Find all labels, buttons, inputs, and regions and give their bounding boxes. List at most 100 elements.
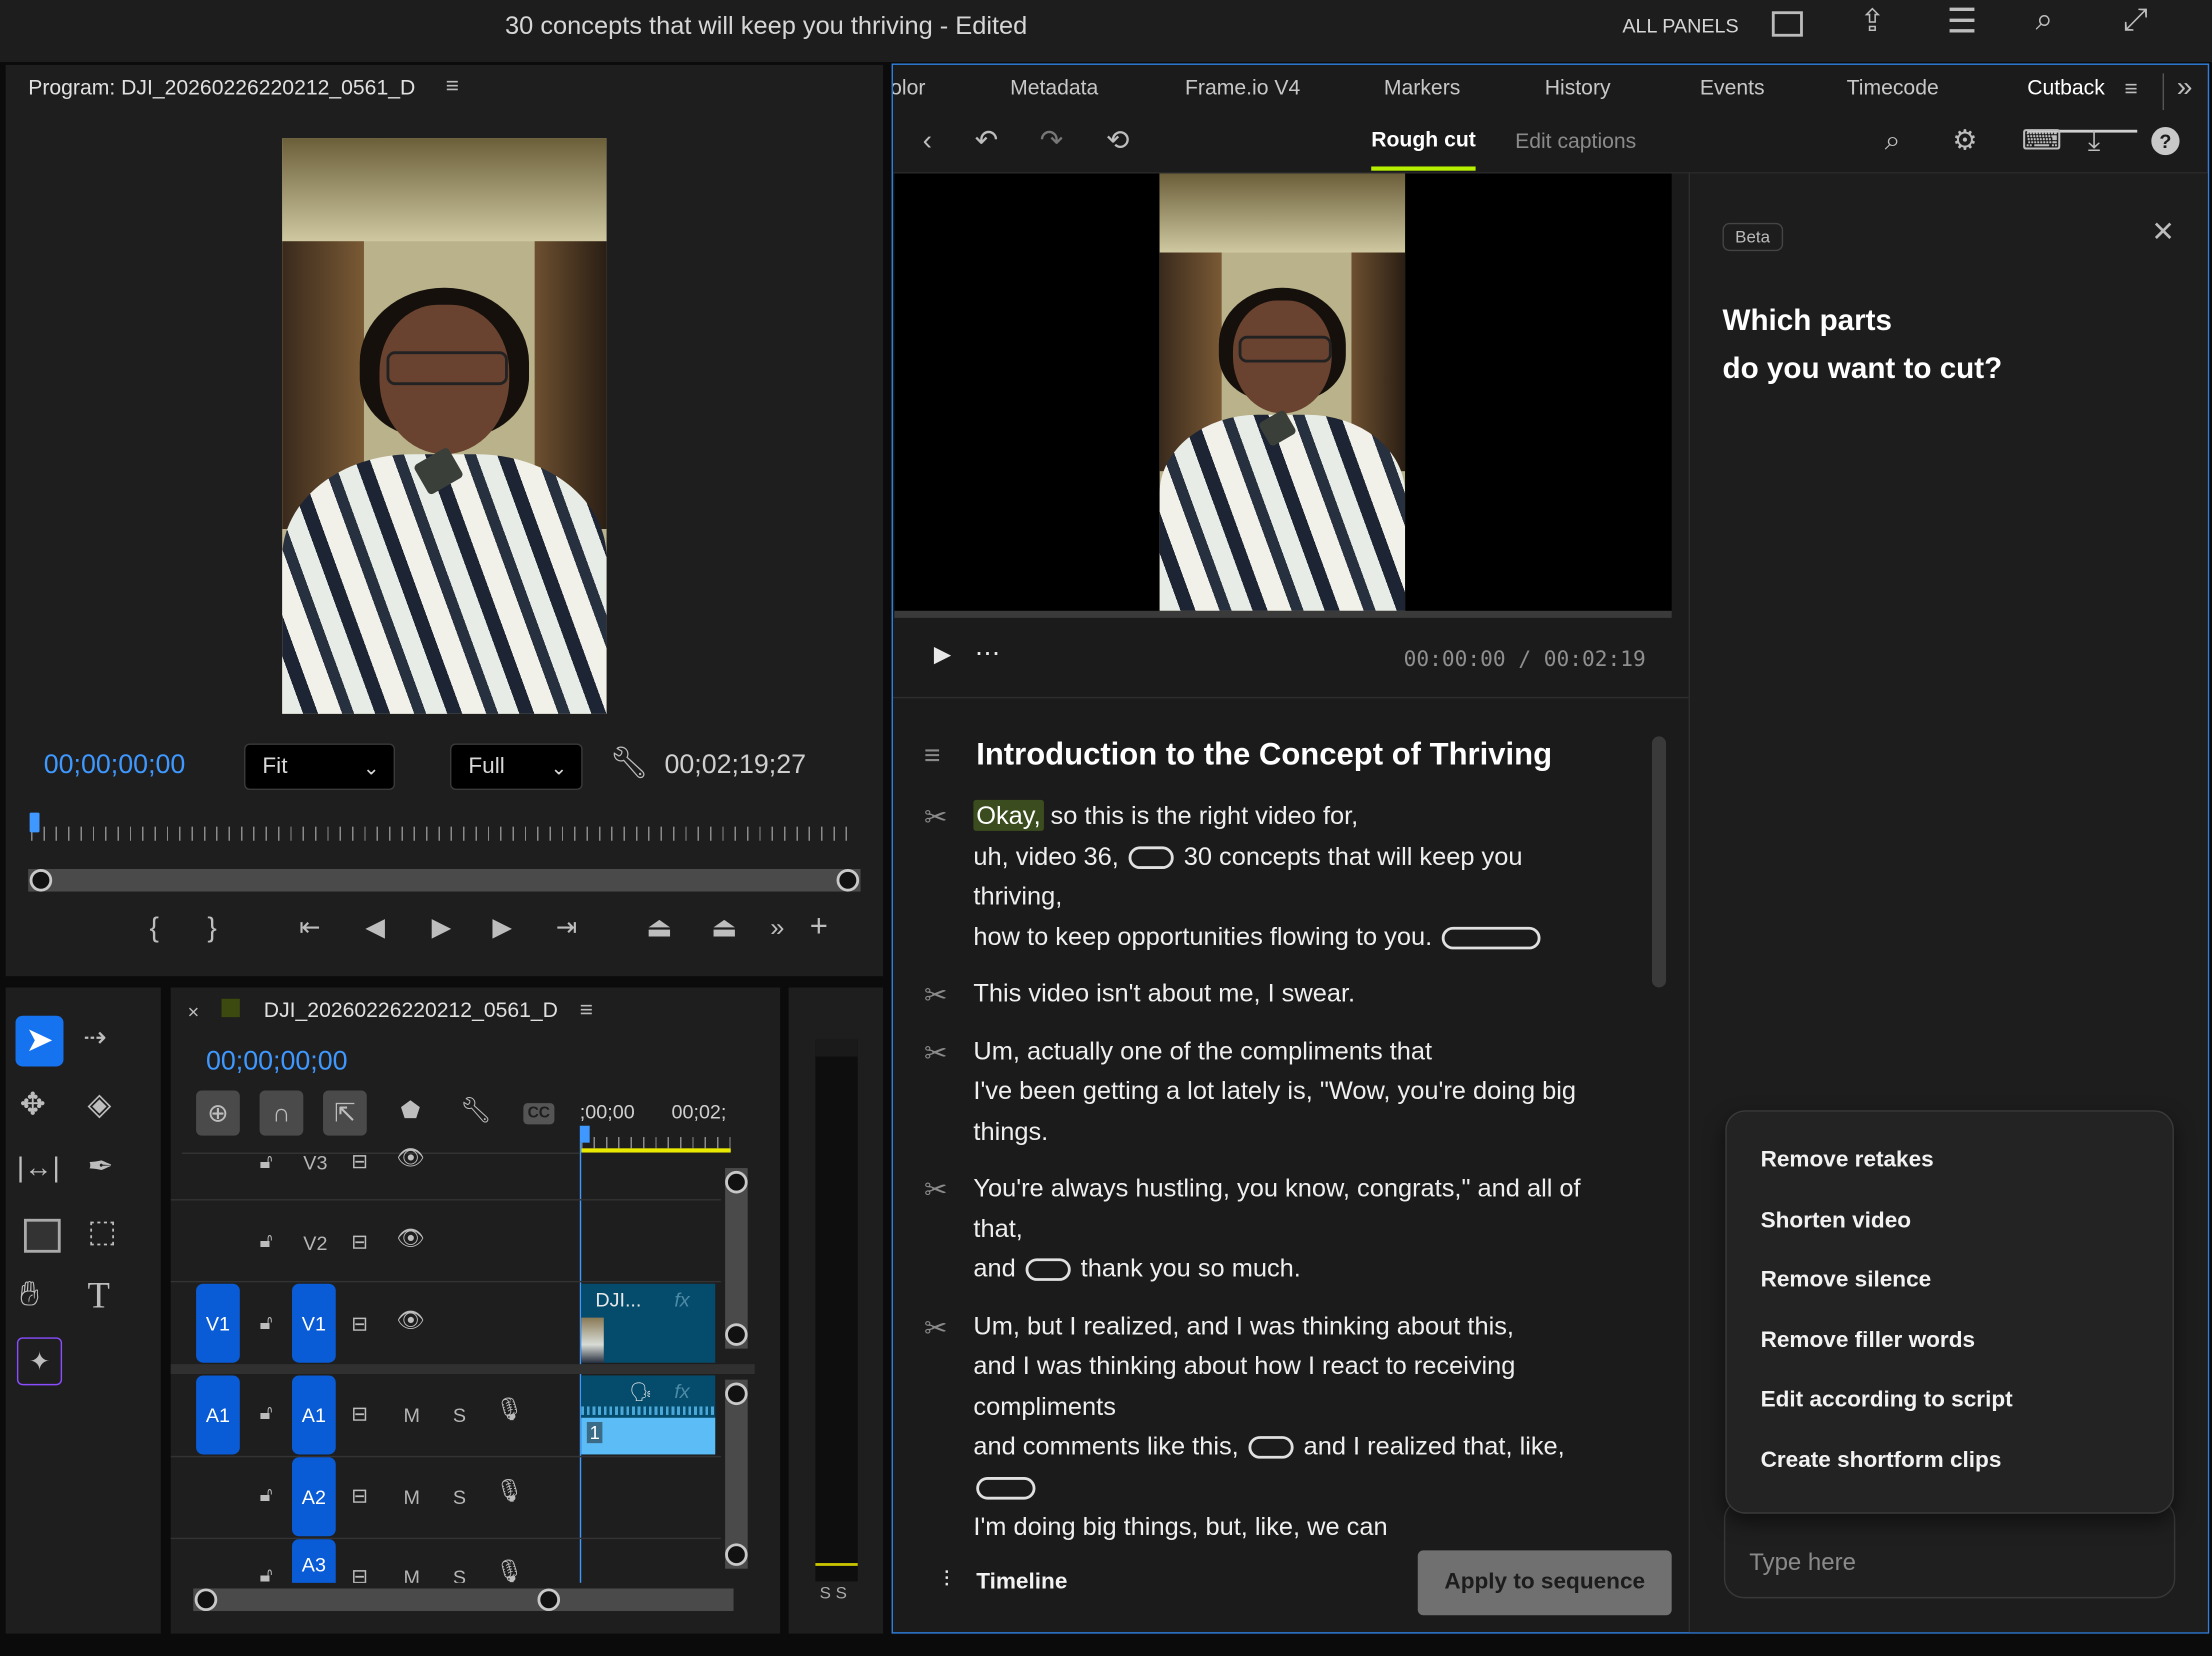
- pause-marker[interactable]: [976, 1476, 1036, 1499]
- captions-icon[interactable]: CC: [523, 1103, 555, 1125]
- linked-selection-icon[interactable]: ⇱: [323, 1090, 367, 1136]
- track-select-tool-icon[interactable]: ⇢: [83, 1024, 107, 1052]
- microphone-icon[interactable]: 🎙︎: [495, 1561, 524, 1583]
- transcript-text[interactable]: This video isn't about me, I swear.: [973, 979, 1355, 1007]
- eye-icon[interactable]: 👁︎: [396, 1310, 425, 1334]
- panel-menu-icon[interactable]: ≡: [446, 75, 459, 99]
- extract-icon[interactable]: ⏏︎: [711, 914, 738, 942]
- preview-progress-bar[interactable]: [894, 610, 1672, 618]
- close-icon[interactable]: ×: [188, 1002, 200, 1022]
- scissors-icon[interactable]: ✂: [924, 800, 948, 835]
- sync-lock-icon[interactable]: ⊟: [351, 1404, 368, 1424]
- transcript-text[interactable]: how to keep opportunities flowing to you…: [973, 922, 1439, 950]
- razor-tool-icon[interactable]: ◈: [87, 1088, 111, 1120]
- pause-marker[interactable]: [1248, 1436, 1294, 1459]
- redo-icon[interactable]: ↷: [1040, 127, 1064, 155]
- mute-button[interactable]: M: [403, 1404, 419, 1427]
- zoom-level-select[interactable]: Fit ⌄: [244, 743, 395, 790]
- more-controls-icon[interactable]: »: [770, 914, 784, 939]
- suggestion-edit-according-to-script[interactable]: Edit according to script: [1761, 1388, 2013, 1413]
- wrench-settings-icon[interactable]: 🔧︎: [609, 747, 648, 779]
- tab-metadata[interactable]: Metadata: [1010, 76, 1098, 100]
- panel-menu-icon[interactable]: ≡: [2125, 78, 2138, 102]
- scissors-icon[interactable]: ✂: [924, 1035, 948, 1070]
- mark-in-icon[interactable]: {: [150, 914, 159, 942]
- scroll-handle-right[interactable]: [836, 868, 860, 892]
- add-marker-icon[interactable]: ⬟: [401, 1100, 421, 1123]
- timeline-settings-wrench-icon[interactable]: 🔧︎: [460, 1098, 492, 1123]
- transcript-text[interactable]: uh, video 36,: [973, 841, 1125, 869]
- play-icon[interactable]: ▶︎: [432, 914, 452, 939]
- lock-icon[interactable]: 🔓︎: [260, 1402, 273, 1422]
- mute-button[interactable]: M: [403, 1485, 419, 1508]
- timeline-timecode[interactable]: 00;00;00;00: [206, 1047, 348, 1078]
- search-help-icon[interactable]: ⌕: [2036, 4, 2053, 35]
- track-a3-target[interactable]: A3: [292, 1539, 336, 1583]
- transcript-text[interactable]: and I realized that, like,: [1297, 1432, 1565, 1460]
- selection-tool-icon[interactable]: ➤: [15, 1015, 64, 1067]
- scroll-handle-left[interactable]: [194, 1588, 218, 1612]
- timeline-horizontal-scrollbar[interactable]: [193, 1588, 734, 1612]
- preview-player[interactable]: [894, 173, 1672, 611]
- eye-icon[interactable]: 👁︎: [396, 1228, 425, 1252]
- close-icon[interactable]: ✕: [2151, 219, 2175, 247]
- transcript-text[interactable]: that,: [973, 1214, 1022, 1242]
- scroll-handle-right[interactable]: [537, 1588, 561, 1612]
- sync-lock-icon[interactable]: ⊟: [351, 1151, 368, 1171]
- suggestion-shorten-video[interactable]: Shorten video: [1761, 1209, 1912, 1234]
- scroll-handle-bottom[interactable]: [725, 1323, 748, 1346]
- video-audio-divider[interactable]: [170, 1364, 755, 1375]
- timeline-ruler[interactable]: [581, 1137, 731, 1149]
- lock-icon[interactable]: 🔓︎: [260, 1312, 273, 1332]
- sync-lock-icon[interactable]: ⊟: [351, 1232, 368, 1252]
- transcript-text[interactable]: I've been getting a lot lately is, "Wow,…: [973, 1076, 1576, 1104]
- transcript-paragraph[interactable]: ✂ Okay, so this is the right video for, uh…: [893, 796, 1655, 957]
- zoom-scrollbar[interactable]: [28, 868, 861, 892]
- transcript-scrollbar[interactable]: [1651, 736, 1667, 988]
- panel-menu-icon[interactable]: ≡: [580, 999, 593, 1023]
- pause-marker[interactable]: [1442, 926, 1541, 949]
- tab-timecode[interactable]: Timecode: [1847, 76, 1939, 100]
- eye-icon[interactable]: 👁︎: [396, 1148, 425, 1171]
- current-timecode[interactable]: 00;00;00;00: [44, 750, 186, 781]
- undo-icon[interactable]: ↶: [975, 127, 999, 155]
- pen-tool-icon[interactable]: ✒︎: [87, 1150, 113, 1182]
- transcript-text[interactable]: so this is the right video for,: [1043, 801, 1359, 829]
- timeline-button[interactable]: Timeline: [976, 1570, 1067, 1595]
- source-patch-a1[interactable]: A1: [196, 1375, 240, 1455]
- add-button-icon[interactable]: +: [810, 911, 828, 942]
- video-clip[interactable]: DJI... fx: [581, 1283, 716, 1363]
- drag-handle-icon[interactable]: ≡: [924, 742, 940, 770]
- highlighted-word[interactable]: Okay,: [973, 799, 1044, 831]
- timeline-playhead[interactable]: [579, 1125, 590, 1143]
- sync-lock-icon[interactable]: ⊟: [351, 1566, 368, 1583]
- suggestion-remove-retakes[interactable]: Remove retakes: [1761, 1148, 1934, 1173]
- audio-vertical-scrollbar[interactable]: [725, 1379, 748, 1569]
- transcript-text[interactable]: Um, actually one of the compliments that: [973, 1036, 1432, 1064]
- scroll-handle-top[interactable]: [725, 1170, 748, 1194]
- tab-edit-captions[interactable]: Edit captions: [1515, 130, 1636, 154]
- transcript-text[interactable]: 30 concepts that will keep you: [1177, 841, 1523, 869]
- remix-tool-icon[interactable]: ⬚: [87, 1215, 116, 1247]
- suggestion-remove-filler-words[interactable]: Remove filler words: [1761, 1329, 1975, 1354]
- transcript-paragraph[interactable]: ✂ You're always hustling, you know, congr…: [893, 1168, 1655, 1289]
- solo-button[interactable]: S: [453, 1566, 466, 1583]
- microphone-icon[interactable]: 🎙︎: [495, 1481, 524, 1504]
- ripple-edit-tool-icon[interactable]: ✥: [20, 1088, 46, 1120]
- go-to-in-icon[interactable]: ⇤: [299, 914, 320, 939]
- tab-markers[interactable]: Markers: [1384, 76, 1460, 100]
- transcript-paragraph[interactable]: ✂ Um, but I realized, and I was thinking …: [893, 1306, 1655, 1547]
- tab-cutback[interactable]: Cutback: [2027, 76, 2105, 100]
- tab-rough-cut[interactable]: Rough cut: [1371, 128, 1476, 152]
- more-options-icon[interactable]: ⋯: [975, 640, 1000, 665]
- transcript-text[interactable]: thriving,: [973, 882, 1062, 910]
- keyboard-icon[interactable]: ⌨︎: [2022, 127, 2063, 155]
- preview-play-icon[interactable]: ▶︎: [934, 644, 951, 668]
- source-patch-v1[interactable]: V1: [196, 1283, 240, 1363]
- transcript-text[interactable]: and I was thinking about how I react to …: [973, 1351, 1515, 1379]
- panel-layout-icon[interactable]: [1771, 11, 1803, 37]
- track-a2-target[interactable]: A2: [292, 1457, 336, 1537]
- snap-magnet-icon[interactable]: ∩: [259, 1090, 304, 1136]
- tab-events[interactable]: Events: [1700, 76, 1765, 100]
- all-panels-button[interactable]: ALL PANELS: [1622, 14, 1738, 37]
